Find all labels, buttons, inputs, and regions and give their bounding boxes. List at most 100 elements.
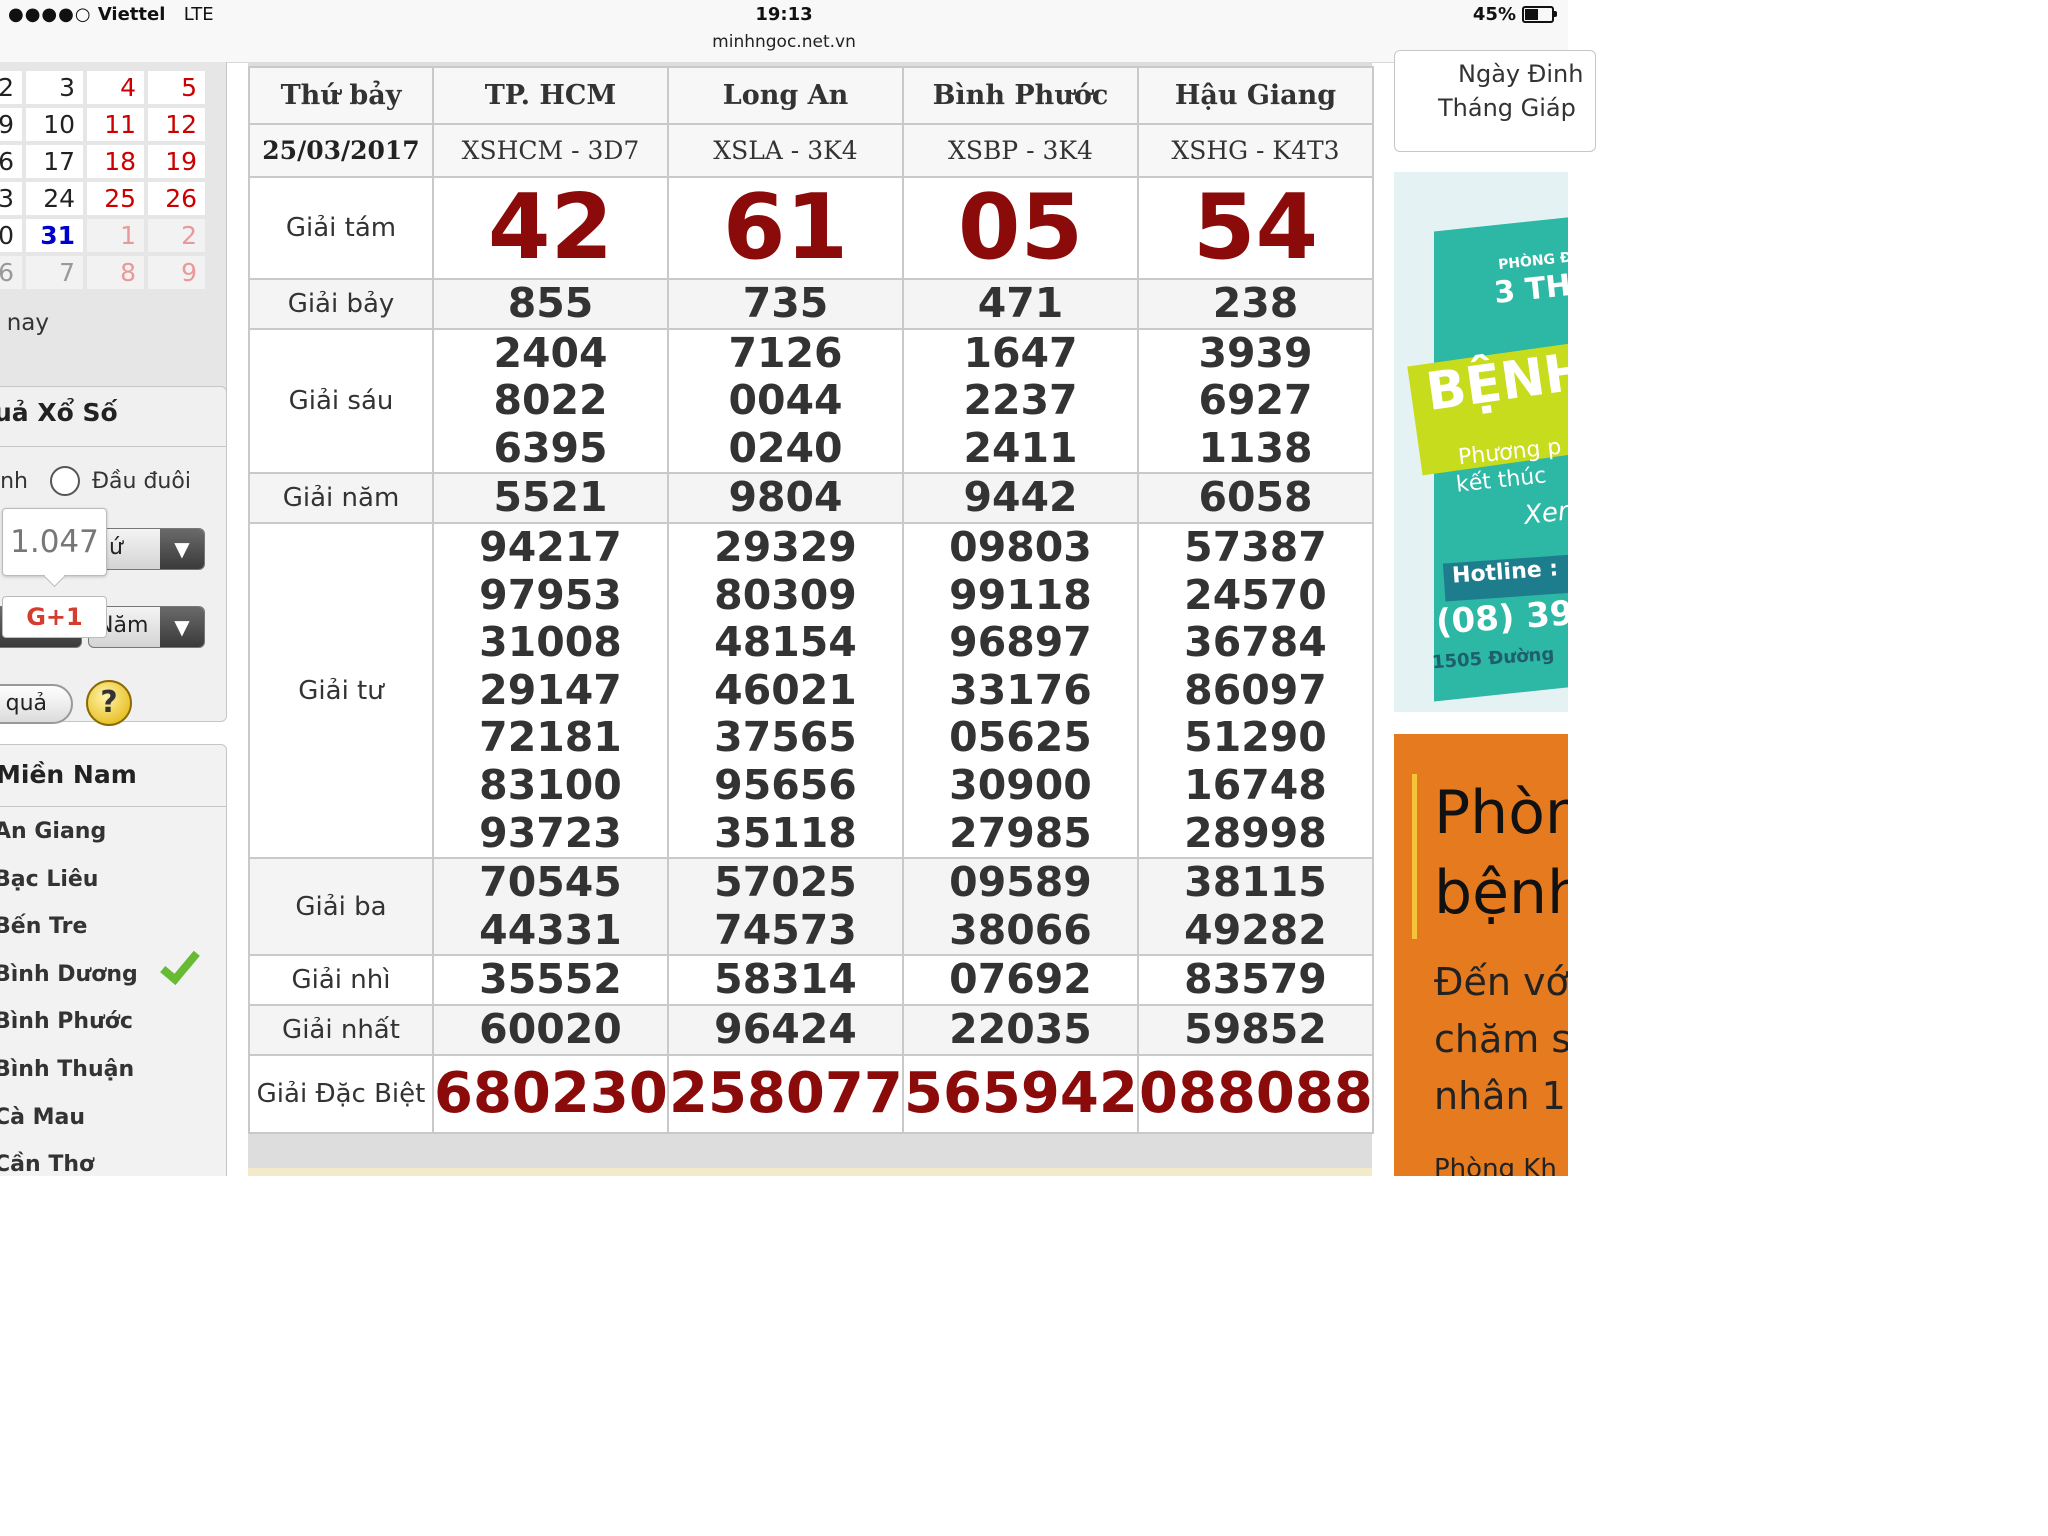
google-plus-button[interactable]: G+1 xyxy=(2,596,107,638)
calendar-day[interactable]: 1 xyxy=(87,219,144,252)
winning-number: 238 xyxy=(1212,279,1299,327)
region-title: Miền Nam xyxy=(0,760,137,789)
province-link[interactable]: Bình Dương xyxy=(0,942,224,1005)
search-mode-options: ỉnh Đầu đuôi xyxy=(0,466,191,496)
prize-cell: 855 xyxy=(432,278,669,330)
calendar-day[interactable]: 16 xyxy=(0,145,22,178)
prize-label: Giải nhất xyxy=(248,1003,434,1056)
promo-panel[interactable]: Phòn bệnh Đến vớ chăm s nhân 1 Phòng Kh xyxy=(1394,734,1568,1176)
winning-number: 38115 xyxy=(1184,858,1327,907)
winning-number: 58314 xyxy=(714,955,857,1004)
prize-label: Giải tám xyxy=(248,176,434,280)
calendar-day[interactable]: 6 xyxy=(0,256,22,289)
calendar-day[interactable]: 9 xyxy=(0,108,22,141)
prize-row: Giải sáu 2404 8022 6395 7126 0044 0240 1647 2237… xyxy=(248,327,1374,475)
winning-number: 05 xyxy=(957,175,1084,280)
winning-number: 471 xyxy=(977,279,1064,327)
winning-number: 22035 xyxy=(949,1004,1092,1053)
calendar-day[interactable]: 5 xyxy=(148,71,205,104)
winning-number: 57387 xyxy=(1184,522,1327,571)
view-results-button[interactable]: t quả xyxy=(0,684,73,724)
province-name: Cà Mau xyxy=(0,1104,86,1130)
prize-cell: 1647 2237 2411 xyxy=(902,327,1139,475)
calendar-widget: T5 T6 T7 CN 2345910111216171819232425263… xyxy=(0,62,227,424)
prize-cell: 57387 24570 36784 86097 51290 16748 28998 xyxy=(1137,521,1374,860)
prize-row: Giải Đặc Biệt 680230 258077 565942 088088 xyxy=(248,1053,1374,1134)
ad-more-link: Xem xyxy=(1522,494,1568,532)
prize-cell: 9442 xyxy=(902,472,1139,524)
winning-number: 44331 xyxy=(479,905,622,954)
winning-number: 30900 xyxy=(949,760,1092,809)
calendar-day[interactable]: 2 xyxy=(148,219,205,252)
calendar-day[interactable]: 25 xyxy=(87,182,144,215)
winning-number: 2411 xyxy=(963,423,1078,472)
province-link[interactable]: Cà Mau xyxy=(0,1100,224,1148)
draw-date: 25/03/2017 xyxy=(248,123,434,178)
mode-label-province[interactable]: ỉnh xyxy=(0,469,28,494)
province-header[interactable]: Long An xyxy=(667,66,904,125)
winning-number: 46021 xyxy=(714,665,857,714)
province-header[interactable]: Bình Phước xyxy=(902,66,1139,125)
divider xyxy=(0,806,227,807)
prize-cell: 735 xyxy=(667,278,904,330)
lottery-results-table: Thứ bảy TP. HCM Long An Bình Phước Hậu Giang… xyxy=(248,66,1374,1134)
province-name: Bình Thuận xyxy=(0,1056,135,1082)
winning-number: 37565 xyxy=(714,713,857,762)
calendar-day[interactable]: 31 xyxy=(26,219,83,252)
radio-dau-duoi[interactable] xyxy=(50,466,80,496)
help-icon[interactable]: ? xyxy=(86,680,132,726)
prize-cell: 57025 74573 xyxy=(667,857,904,957)
calendar-day[interactable]: 4 xyxy=(87,71,144,104)
winning-number: 09803 xyxy=(949,522,1092,571)
winning-number: 09589 xyxy=(949,858,1092,907)
battery-icon xyxy=(1522,6,1557,23)
province-link[interactable]: An Giang xyxy=(0,814,224,862)
calendar-day[interactable]: 24 xyxy=(26,182,83,215)
calendar-week-row: 16171819 xyxy=(0,143,207,180)
calendar-day[interactable]: 9 xyxy=(148,256,205,289)
calendar-day[interactable]: 18 xyxy=(87,145,144,178)
winning-number: 60020 xyxy=(479,1004,622,1053)
province-link[interactable]: Bạc Liêu xyxy=(0,862,224,910)
weekday-label: T7 xyxy=(111,62,139,63)
winning-number: 6927 xyxy=(1198,376,1313,425)
calendar-day[interactable]: 30 xyxy=(0,219,22,252)
prize-cell: 565942 xyxy=(902,1053,1139,1134)
winning-number: 70545 xyxy=(479,858,622,907)
calendar-day[interactable]: 26 xyxy=(148,182,205,215)
prize-cell: 088088 xyxy=(1137,1053,1374,1134)
province-header[interactable]: TP. HCM xyxy=(432,66,669,125)
winning-number: 80309 xyxy=(714,570,857,619)
calendar-day[interactable]: 19 xyxy=(148,145,205,178)
prize-cell: 54 xyxy=(1137,176,1374,280)
winning-number: 35552 xyxy=(479,955,622,1004)
address-bar-url[interactable]: minhngoc.net.vn xyxy=(0,32,1568,52)
clinic-advertisement[interactable]: PHÒNG ĐA K 3 TH BỆNH Phương p kết thúc X… xyxy=(1394,172,1568,712)
calendar-day[interactable]: 10 xyxy=(26,108,83,141)
calendar-day[interactable]: 12 xyxy=(148,108,205,141)
prize-label: Giải bảy xyxy=(248,278,434,330)
winning-number: 0240 xyxy=(728,423,843,472)
calendar-day[interactable]: 23 xyxy=(0,182,22,215)
calendar-week-row: 9 10 11 12 xyxy=(0,106,207,143)
calendar-day[interactable]: 17 xyxy=(26,145,83,178)
today-link[interactable]: m nay xyxy=(0,310,49,336)
mode-label-dau-duoi[interactable]: Đầu đuôi xyxy=(92,469,191,494)
winning-number: 07692 xyxy=(949,955,1092,1004)
prize-cell: 6058 xyxy=(1137,472,1374,524)
calendar-day[interactable]: 11 xyxy=(87,108,144,141)
province-link[interactable]: Bình Phước xyxy=(0,1004,224,1052)
share-count-bubble: 1.047 xyxy=(2,508,107,576)
province-link[interactable]: Cần Thơ xyxy=(0,1147,224,1176)
calendar-day[interactable]: 2 xyxy=(0,71,22,104)
calendar-day[interactable]: 3 xyxy=(26,71,83,104)
province-link[interactable]: Bình Thuận xyxy=(0,1052,224,1100)
winning-number: 61 xyxy=(722,175,849,280)
calendar-day[interactable]: 8 xyxy=(87,256,144,289)
prize-cell: 7126 0044 0240 xyxy=(667,327,904,475)
winning-number: 83579 xyxy=(1184,955,1327,1004)
calendar-day[interactable]: 7 xyxy=(26,256,83,289)
prize-cell: 2404 8022 6395 xyxy=(432,327,669,475)
table-footer-strip xyxy=(248,1168,1372,1176)
province-header[interactable]: Hậu Giang xyxy=(1137,66,1374,125)
